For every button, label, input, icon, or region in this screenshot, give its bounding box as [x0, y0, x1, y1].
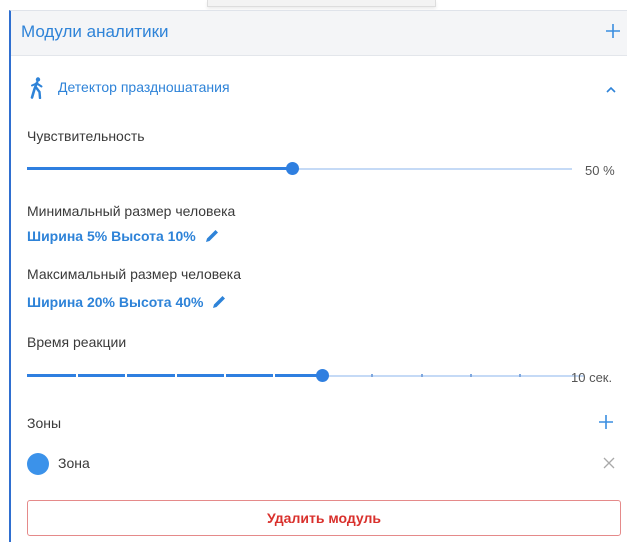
- reaction-time-slider[interactable]: [27, 368, 584, 384]
- top-tab[interactable]: [207, 0, 436, 7]
- add-zone-plus-icon[interactable]: [596, 412, 616, 432]
- reaction-time-thumb[interactable]: [315, 369, 329, 382]
- reaction-time-label: Время реакции: [27, 334, 127, 350]
- reaction-time-tick: [470, 374, 472, 377]
- min-size-value: Ширина 5% Высота 10%: [27, 228, 196, 244]
- zone-name: Зона: [58, 455, 90, 471]
- zone-list-item[interactable]: Зона: [27, 452, 617, 476]
- pencil-icon[interactable]: [211, 294, 227, 310]
- panel-header: Модули аналитики: [11, 11, 627, 56]
- reaction-time-tick: [125, 374, 127, 377]
- reaction-time-tick: [175, 374, 177, 377]
- close-icon[interactable]: [602, 456, 616, 470]
- reaction-time-tick: [76, 374, 78, 377]
- min-size-link[interactable]: Ширина 5% Высота 10%: [27, 228, 220, 244]
- reaction-time-tick: [273, 374, 275, 377]
- pencil-icon[interactable]: [204, 228, 220, 244]
- reaction-time-tick: [421, 374, 423, 377]
- analytics-panel: Модули аналитики Детектор праздношатания…: [9, 10, 627, 542]
- sensitivity-thumb[interactable]: [285, 162, 299, 175]
- chevron-up-icon[interactable]: [604, 85, 618, 95]
- max-size-value: Ширина 20% Высота 40%: [27, 294, 204, 310]
- page: Модули аналитики Детектор праздношатания…: [0, 0, 627, 542]
- zones-label: Зоны: [27, 415, 62, 431]
- min-size-label: Минимальный размер человека: [27, 203, 236, 219]
- reaction-time-tick: [371, 374, 373, 377]
- module-title: Детектор праздношатания: [58, 79, 230, 95]
- panel-title: Модули аналитики: [21, 22, 169, 41]
- max-size-link[interactable]: Ширина 20% Высота 40%: [27, 294, 227, 310]
- sensitivity-value: 50 %: [585, 163, 615, 178]
- sensitivity-slider[interactable]: [27, 161, 572, 177]
- sensitivity-label: Чувствительность: [27, 128, 145, 144]
- reaction-time-value: 10 сек.: [571, 370, 613, 385]
- max-size-label: Максимальный размер человека: [27, 266, 242, 282]
- delete-module-button[interactable]: Удалить модуль: [27, 500, 621, 536]
- sensitivity-fill: [27, 167, 292, 170]
- reaction-time-tick: [224, 374, 226, 377]
- zone-color-dot[interactable]: [27, 453, 49, 475]
- add-module-plus-icon[interactable]: [602, 20, 624, 42]
- person-walking-icon: [30, 77, 43, 99]
- module-header[interactable]: Детектор праздношатания: [11, 56, 627, 118]
- reaction-time-tick: [519, 374, 521, 377]
